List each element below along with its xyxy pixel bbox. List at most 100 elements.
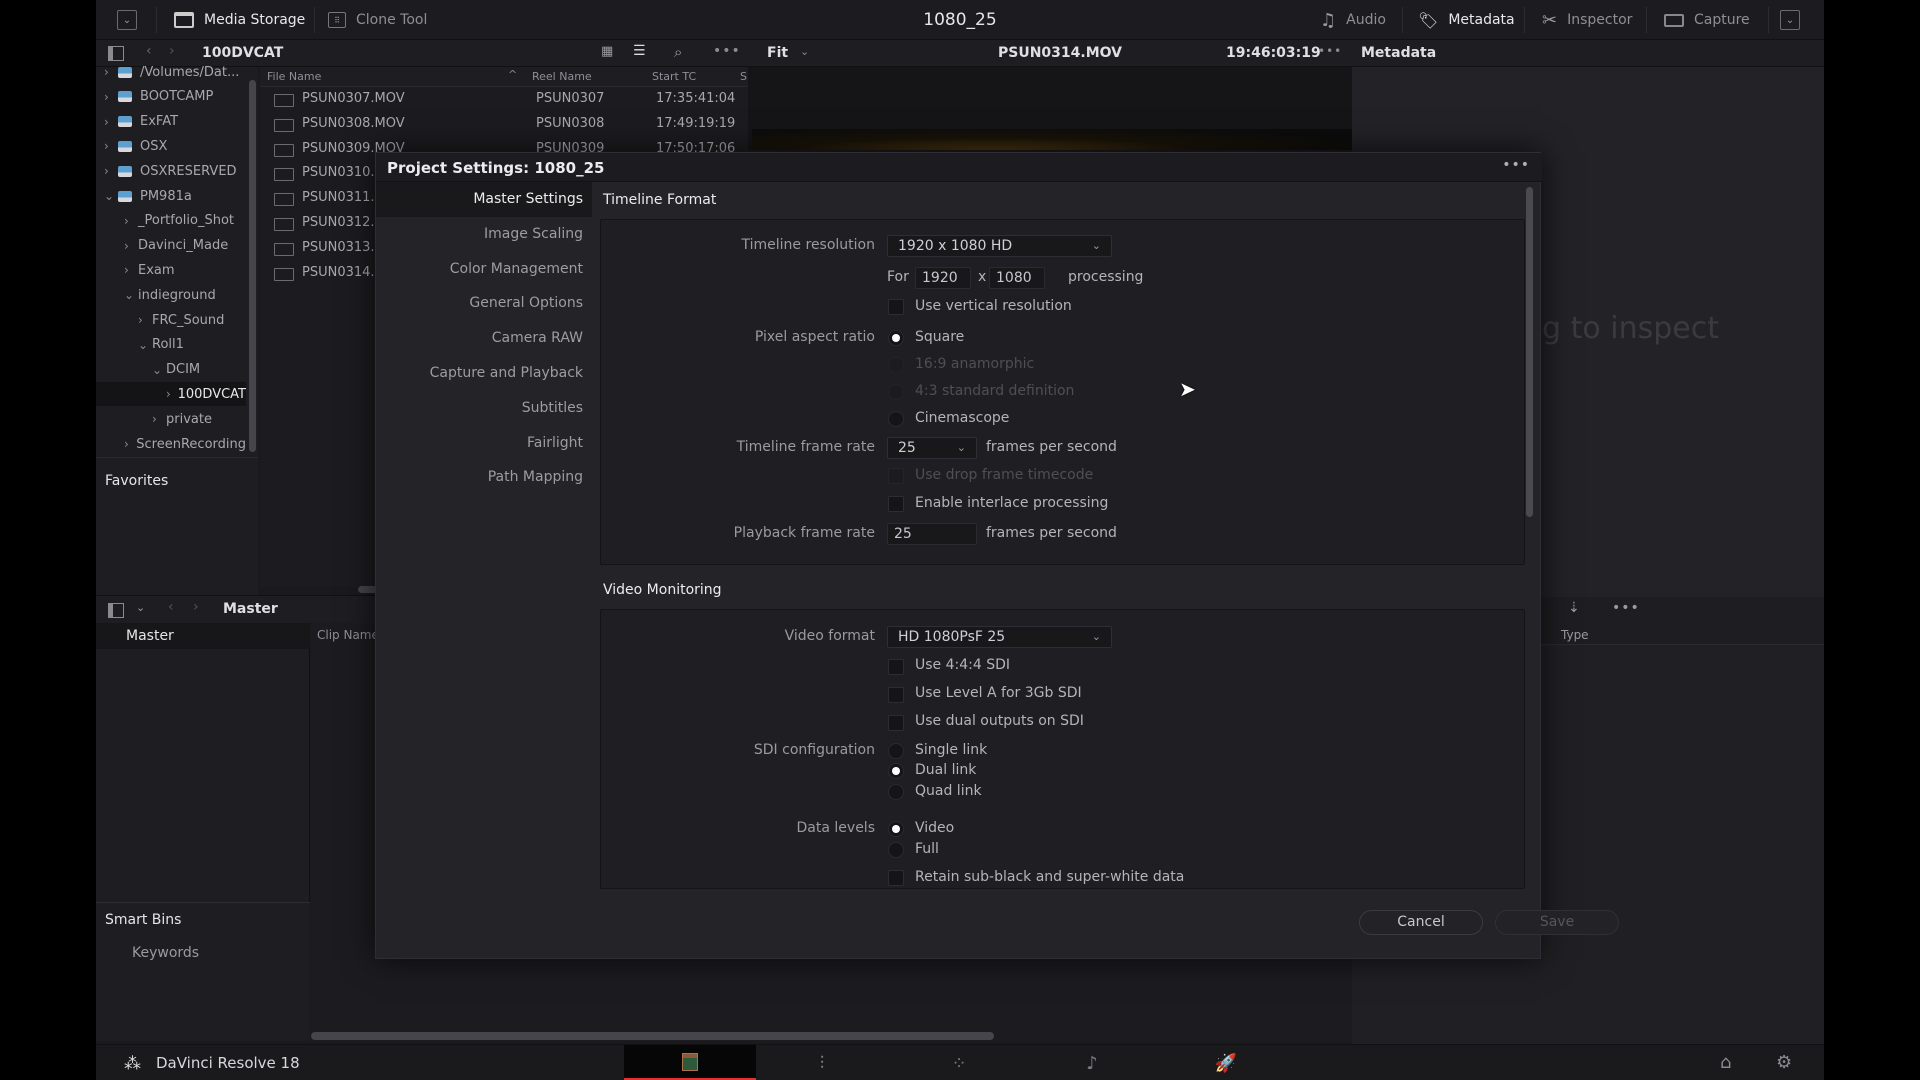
page-fairlight-button[interactable]: ♪ bbox=[1026, 1045, 1158, 1080]
smart-bin-keywords[interactable]: Keywords bbox=[132, 945, 199, 961]
bin-item-master[interactable]: Master bbox=[96, 623, 310, 649]
sidebar-toggle-icon[interactable] bbox=[108, 46, 124, 61]
metadata-tab[interactable]: 🏷 Metadata bbox=[1418, 0, 1515, 40]
tree-item[interactable]: › ScreenRecording bbox=[96, 432, 246, 456]
settings-nav-item[interactable]: Subtitles bbox=[522, 400, 583, 416]
tree-item[interactable]: › /Volumes/Dat... bbox=[96, 60, 246, 84]
column-reel-name[interactable]: Reel Name bbox=[532, 70, 592, 83]
playback-frame-rate-input[interactable]: 25 bbox=[887, 523, 977, 545]
tree-item[interactable]: › 100DVCAT bbox=[96, 382, 246, 407]
retain-subblack-checkbox[interactable] bbox=[888, 870, 904, 886]
cancel-button[interactable]: Cancel bbox=[1359, 910, 1483, 935]
tree-item[interactable]: › FRC_Sound bbox=[96, 308, 246, 332]
chevron-right-icon[interactable]: › bbox=[138, 313, 152, 327]
settings-nav-item[interactable]: Camera RAW bbox=[492, 330, 583, 346]
interlace-checkbox[interactable] bbox=[888, 496, 904, 512]
viewer-more-icon[interactable]: ••• bbox=[1318, 44, 1342, 58]
column-file-name[interactable]: File Name bbox=[267, 70, 321, 83]
tree-item[interactable]: › OSXRESERVED bbox=[96, 159, 246, 183]
dual-outputs-checkbox[interactable] bbox=[888, 715, 904, 731]
back-nav-icon[interactable]: ‹ bbox=[168, 599, 174, 615]
tree-item[interactable]: › ExFAT bbox=[96, 110, 246, 134]
settings-nav-item[interactable]: Color Management bbox=[450, 261, 583, 277]
chevron-right-icon[interactable]: › bbox=[166, 387, 178, 401]
page-media-button[interactable] bbox=[624, 1045, 756, 1080]
tree-item[interactable]: › Exam bbox=[96, 258, 246, 282]
chevron-right-icon[interactable]: › bbox=[124, 437, 136, 451]
timeline-resolution-select[interactable]: 1920 x 1080 HD ⌄ bbox=[887, 235, 1112, 257]
column-s[interactable]: S bbox=[740, 70, 747, 83]
timeline-frame-rate-select[interactable]: 25 ⌄ bbox=[887, 437, 977, 459]
forward-nav-icon[interactable]: › bbox=[193, 599, 199, 615]
page-deliver-button[interactable]: 🚀 bbox=[1160, 1045, 1292, 1080]
column-start-tc[interactable]: Start TC bbox=[652, 70, 696, 83]
file-row[interactable]: PSUN0307.MOV PSUN0307 17:35:41:04 bbox=[260, 87, 772, 112]
viewer-zoom-select[interactable]: Fit bbox=[767, 45, 788, 61]
chevron-down-icon[interactable]: ⌄ bbox=[138, 338, 152, 352]
settings-nav-item[interactable]: General Options bbox=[469, 295, 583, 311]
more-options-icon[interactable]: ••• bbox=[1612, 600, 1640, 616]
chevron-down-icon[interactable]: ⌄ bbox=[124, 288, 138, 302]
settings-nav-item[interactable]: Fairlight bbox=[527, 435, 583, 451]
search-icon[interactable]: ⌕ bbox=[674, 43, 682, 61]
video-format-select[interactable]: HD 1080PsF 25 ⌄ bbox=[887, 626, 1112, 648]
chevron-down-icon[interactable]: ⌄ bbox=[152, 363, 166, 377]
bin-list-toggle-icon[interactable] bbox=[108, 603, 124, 618]
chevron-right-icon[interactable]: › bbox=[104, 90, 118, 104]
chevron-down-icon[interactable]: ⌄ bbox=[136, 601, 145, 614]
chevron-right-icon[interactable]: › bbox=[104, 164, 118, 178]
media-pool-hscrollbar[interactable] bbox=[311, 1032, 994, 1040]
tree-item[interactable]: › private bbox=[96, 407, 246, 431]
settings-nav-item[interactable]: Master Settings bbox=[473, 191, 583, 207]
column-clip-name[interactable]: Clip Name bbox=[317, 628, 379, 642]
chevron-right-icon[interactable]: › bbox=[104, 65, 118, 79]
chevron-right-icon[interactable]: › bbox=[124, 263, 138, 277]
tree-item[interactable]: › _Portfolio_Shot bbox=[96, 209, 246, 233]
inspector-tab[interactable]: ✂ Inspector bbox=[1542, 0, 1632, 40]
chevron-right-icon[interactable]: › bbox=[104, 115, 118, 129]
more-options-icon[interactable]: ••• bbox=[713, 43, 741, 59]
settings-nav-item[interactable]: Image Scaling bbox=[484, 226, 583, 242]
processing-height-input[interactable]: 1080 bbox=[989, 267, 1045, 289]
chevron-right-icon[interactable]: › bbox=[152, 412, 166, 426]
forward-nav-icon[interactable]: › bbox=[169, 43, 175, 59]
processing-width-input[interactable]: 1920 bbox=[915, 267, 971, 289]
gear-icon[interactable]: ⚙ bbox=[1776, 1052, 1792, 1073]
list-view-icon[interactable]: ☰ bbox=[633, 43, 646, 59]
tree-item[interactable]: › OSX bbox=[96, 134, 246, 158]
tree-item[interactable]: › Davinci_Made bbox=[96, 234, 246, 258]
capture-tab[interactable]: Capture bbox=[1664, 0, 1750, 40]
sdi-quad-link-radio[interactable] bbox=[888, 784, 904, 800]
chevron-down-icon[interactable]: ⌄ bbox=[104, 189, 118, 203]
save-button[interactable]: Save bbox=[1495, 910, 1619, 935]
drop-frame-checkbox[interactable] bbox=[888, 468, 904, 484]
par-sd-radio[interactable] bbox=[888, 384, 904, 400]
home-icon[interactable]: ⌂ bbox=[1720, 1052, 1731, 1073]
par-anamorphic-radio[interactable] bbox=[888, 357, 904, 373]
panel-collapse-button[interactable]: ⌄ bbox=[1780, 10, 1800, 30]
settings-nav-item[interactable]: Capture and Playback bbox=[430, 365, 583, 381]
tree-item[interactable]: ⌄ PM981a bbox=[96, 184, 246, 208]
level-a-checkbox[interactable] bbox=[888, 687, 904, 703]
settings-nav-item[interactable]: Path Mapping bbox=[488, 469, 583, 485]
par-square-radio[interactable] bbox=[888, 330, 904, 346]
audio-tab[interactable]: ♫ Audio bbox=[1320, 0, 1386, 40]
use-vertical-resolution-checkbox[interactable] bbox=[888, 299, 904, 315]
page-edit-button[interactable]: ⁘ bbox=[893, 1045, 1025, 1080]
column-type[interactable]: Type bbox=[1561, 628, 1589, 642]
par-cinemascope-radio[interactable] bbox=[888, 411, 904, 427]
data-levels-full-radio[interactable] bbox=[888, 842, 904, 858]
back-nav-icon[interactable]: ‹ bbox=[146, 43, 152, 59]
chevron-right-icon[interactable]: › bbox=[104, 139, 118, 153]
tree-item[interactable]: ⌄ indieground bbox=[96, 283, 246, 307]
use-444-sdi-checkbox[interactable] bbox=[888, 659, 904, 675]
sdi-dual-link-radio[interactable] bbox=[888, 763, 904, 779]
sdi-single-link-radio[interactable] bbox=[888, 743, 904, 759]
chevron-right-icon[interactable]: › bbox=[124, 214, 138, 228]
tree-item[interactable]: ⌄ Roll1 bbox=[96, 333, 246, 357]
grid-view-icon[interactable]: ▦ bbox=[601, 44, 613, 59]
page-cut-button[interactable]: ⫶ bbox=[756, 1045, 888, 1080]
tree-scrollbar[interactable] bbox=[249, 80, 256, 452]
tree-item[interactable]: ⌄ DCIM bbox=[96, 358, 246, 382]
file-row[interactable]: PSUN0308.MOV PSUN0308 17:49:19:19 bbox=[260, 112, 772, 137]
